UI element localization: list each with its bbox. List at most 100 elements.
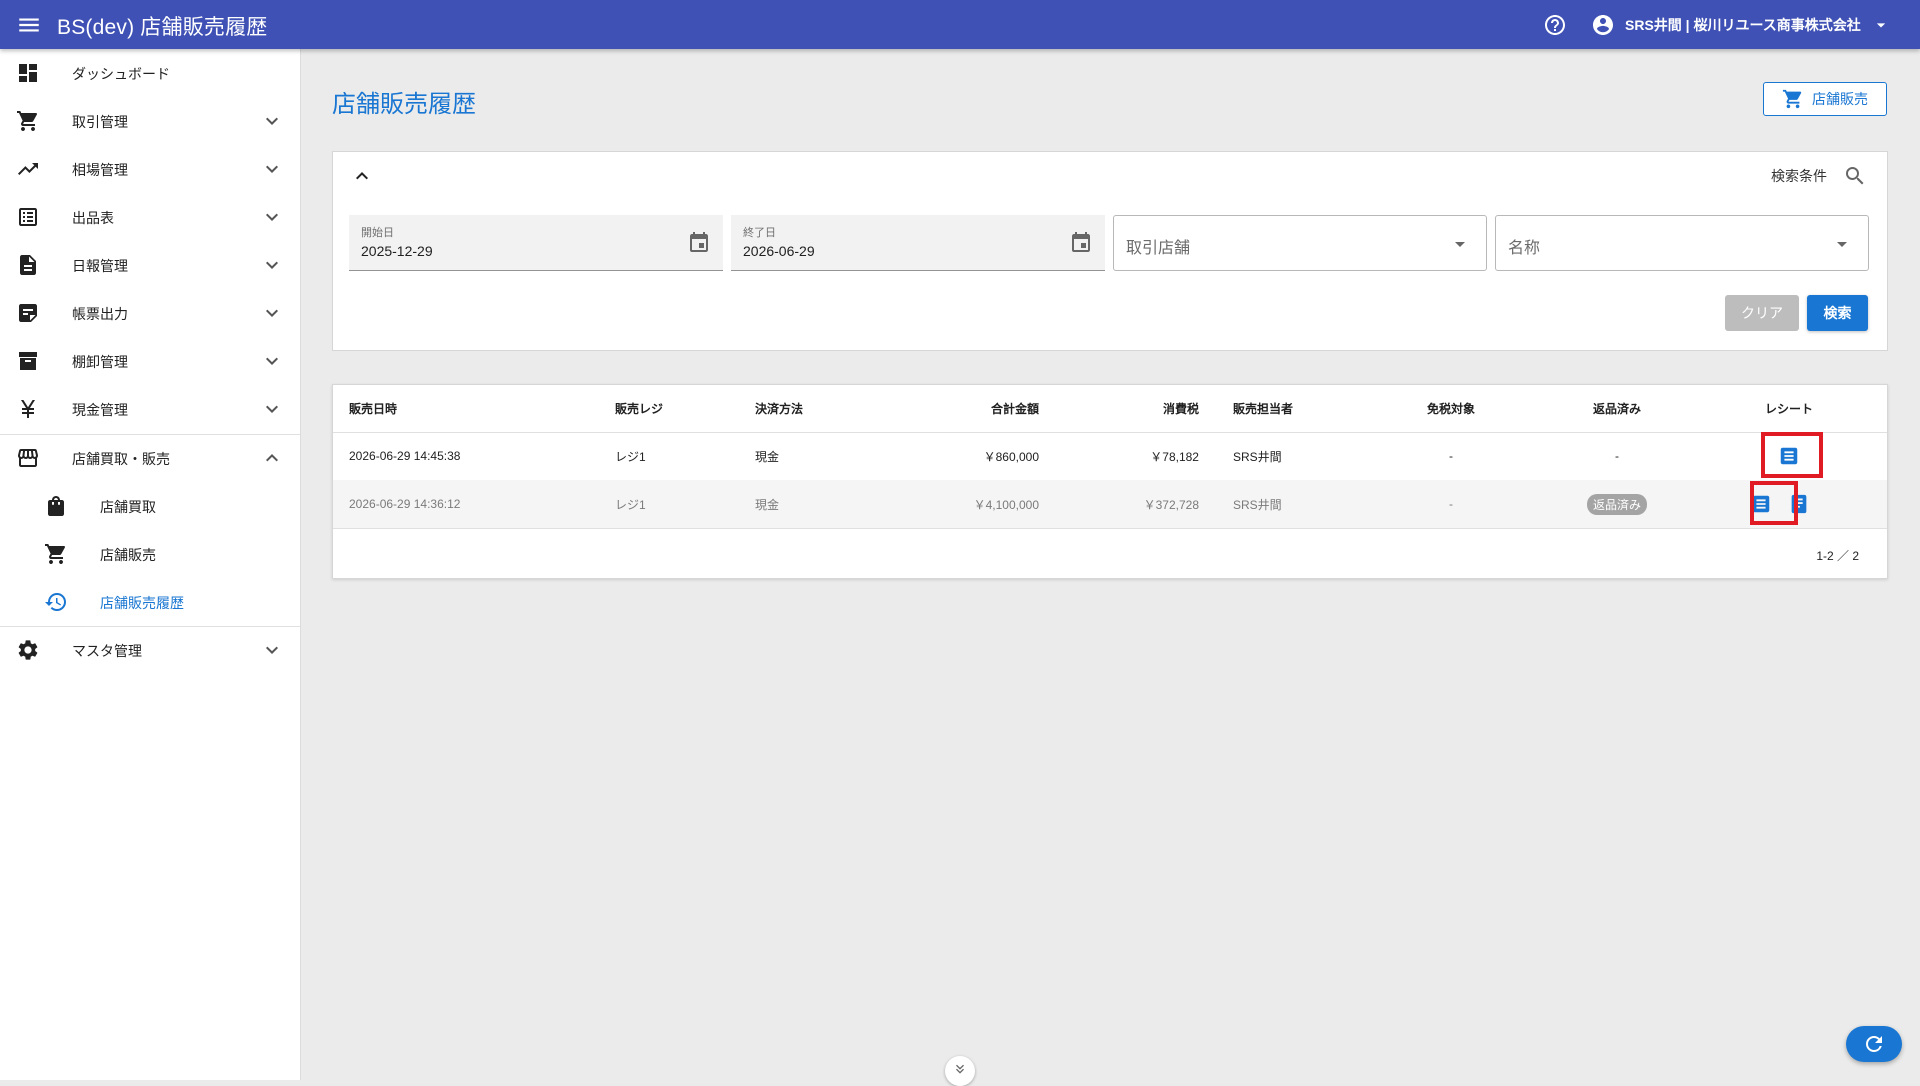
caret-down-icon [1871, 15, 1891, 35]
chevron-up-icon[interactable] [350, 164, 374, 188]
sidebar-item-master[interactable]: マスタ管理 [0, 626, 300, 674]
sidebar-item-label: 店舗買取・販売 [72, 451, 170, 467]
sidebar-item-transactions[interactable]: 取引管理 [0, 97, 300, 145]
calendar-icon[interactable] [687, 231, 711, 255]
gear-icon [16, 638, 40, 662]
chevron-up-icon [260, 446, 284, 470]
pagination-info: 1-2 ／ 2 [1816, 549, 1859, 563]
sidebar-item-store-trade[interactable]: 店舗買取・販売 [0, 434, 300, 482]
consumption-tax: ￥372,728 [1143, 497, 1199, 512]
sale-register: レジ1 [615, 449, 646, 464]
sales-staff: SRS井間 [1233, 497, 1282, 512]
end-date-label: 終了日 [743, 227, 776, 239]
end-date-field[interactable]: 終了日 2026-06-29 [731, 215, 1105, 271]
column-header[interactable]: 決済方法 [755, 385, 855, 432]
start-date-field[interactable]: 開始日 2025-12-29 [349, 215, 723, 271]
highlight-box [1761, 432, 1823, 478]
sidebar-item-dashboard[interactable]: ダッシュボード [0, 49, 300, 97]
cart-icon [44, 542, 68, 566]
list-icon [16, 205, 40, 229]
search-icon[interactable] [1843, 164, 1867, 188]
sidebar-item-store-purchase[interactable]: 店舗買取 [0, 482, 300, 530]
store-select-placeholder: 取引店舗 [1126, 240, 1191, 257]
chevron-down-icon [260, 205, 284, 229]
sidebar-item-label: 日報管理 [72, 258, 128, 274]
search-conditions-label: 検索条件 [1771, 168, 1827, 184]
search-button[interactable]: 検索 [1807, 295, 1868, 331]
sidebar-item-label: 現金管理 [72, 402, 128, 418]
cart-icon [1782, 89, 1802, 109]
dropdown-arrow-icon [1830, 232, 1854, 256]
sale-datetime: 2026-06-29 14:45:38 [349, 449, 461, 463]
sidebar-item-label: 帳票出力 [72, 306, 128, 322]
sidebar-item-store-sale[interactable]: 店舗販売 [0, 530, 300, 578]
history-icon [44, 590, 68, 614]
column-header[interactable]: 返品済み [1557, 385, 1677, 432]
help-icon[interactable] [1543, 13, 1567, 37]
store-select[interactable]: 取引店舗 [1113, 215, 1487, 271]
column-header[interactable]: レシート [1739, 385, 1839, 432]
sales-history-table: 販売日時 販売レジ 決済方法 合計金額 消費税 販売担当者 免税対象 返品済み … [332, 384, 1888, 579]
cart-icon [16, 109, 40, 133]
sidebar-item-cash[interactable]: 現金管理 [0, 385, 300, 433]
table-row[interactable]: 2026-06-29 14:36:12 レジ1 現金 ￥4,100,000 ￥3… [333, 480, 1887, 529]
column-header[interactable]: 販売担当者 [1233, 385, 1353, 432]
sidebar-item-label: 店舗買取 [100, 499, 156, 515]
chevron-down-icon [260, 301, 284, 325]
refresh-icon [1866, 1036, 1882, 1052]
sidebar-item-label: 棚卸管理 [72, 354, 128, 370]
search-conditions-header: 検索条件 [1771, 164, 1867, 188]
dashboard-icon [16, 61, 40, 85]
dropdown-arrow-icon [1448, 232, 1472, 256]
sidebar-item-label: 相場管理 [72, 162, 128, 178]
shopping-bag-icon [44, 494, 68, 518]
chevron-down-icon [260, 397, 284, 421]
table-header-row: 販売日時 販売レジ 決済方法 合計金額 消費税 販売担当者 免税対象 返品済み … [333, 385, 1887, 433]
app-bar: BS(dev) 店舗販売履歴 SRS井間 | 桜川リユース商事株式会社 [0, 0, 1920, 49]
store-sale-button[interactable]: 店舗販売 [1763, 82, 1887, 116]
payment-method: 現金 [755, 449, 780, 464]
sidebar-item-forms[interactable]: 帳票出力 [0, 289, 300, 337]
sale-datetime: 2026-06-29 14:36:12 [349, 497, 461, 511]
document-icon [16, 253, 40, 277]
trending-up-icon [16, 157, 40, 181]
column-header[interactable]: 免税対象 [1391, 385, 1511, 432]
table-row[interactable]: 2026-06-29 14:45:38 レジ1 現金 ￥860,000 ￥78,… [333, 432, 1887, 481]
account-menu[interactable]: SRS井間 | 桜川リユース商事株式会社 [1591, 12, 1891, 38]
sidebar-item-label: ダッシュボード [72, 66, 170, 82]
column-header[interactable]: 販売日時 [349, 385, 549, 432]
sidebar-item-daily-report[interactable]: 日報管理 [0, 241, 300, 289]
total-amount: ￥4,100,000 [973, 497, 1039, 512]
page-title: 店舗販売履歴 [332, 91, 476, 118]
sidebar-item-listing[interactable]: 出品表 [0, 193, 300, 241]
double-chevron-down-icon [956, 1064, 964, 1074]
column-header[interactable]: 販売レジ [615, 385, 715, 432]
sidebar-item-label: マスタ管理 [72, 643, 142, 659]
sidebar-item-inventory[interactable]: 棚卸管理 [0, 337, 300, 385]
sidebar-item-label: 出品表 [72, 210, 114, 226]
sale-register: レジ1 [615, 497, 646, 512]
calendar-icon[interactable] [1069, 231, 1093, 255]
sidebar-item-market[interactable]: 相場管理 [0, 145, 300, 193]
start-date-value: 2025-12-29 [361, 243, 433, 259]
chevron-down-icon [260, 253, 284, 277]
end-date-value: 2026-06-29 [743, 243, 815, 259]
menu-icon[interactable] [16, 12, 42, 38]
sidebar-item-store-sale-history[interactable]: 店舗販売履歴 [0, 578, 300, 626]
name-select[interactable]: 名称 [1495, 215, 1869, 271]
total-amount: ￥860,000 [983, 449, 1039, 464]
column-header[interactable]: 消費税 [1079, 385, 1199, 432]
scroll-down-button[interactable] [945, 1056, 975, 1086]
returned-status-cell: 返品済み [1557, 480, 1677, 528]
sidebar-item-label: 取引管理 [72, 114, 128, 130]
returned-status: - [1615, 449, 1619, 463]
account-circle-icon [1591, 13, 1615, 37]
yen-icon [16, 397, 40, 421]
search-panel: 検索条件 開始日 2025-12-29 終了日 2026-06-29 取引店舗 … [332, 151, 1888, 351]
refresh-button[interactable] [1846, 1026, 1902, 1062]
highlight-box [1750, 481, 1798, 525]
clear-button[interactable]: クリア [1725, 295, 1799, 331]
column-header[interactable]: 合計金額 [919, 385, 1039, 432]
payment-method: 現金 [755, 497, 780, 512]
chevron-down-icon [260, 109, 284, 133]
